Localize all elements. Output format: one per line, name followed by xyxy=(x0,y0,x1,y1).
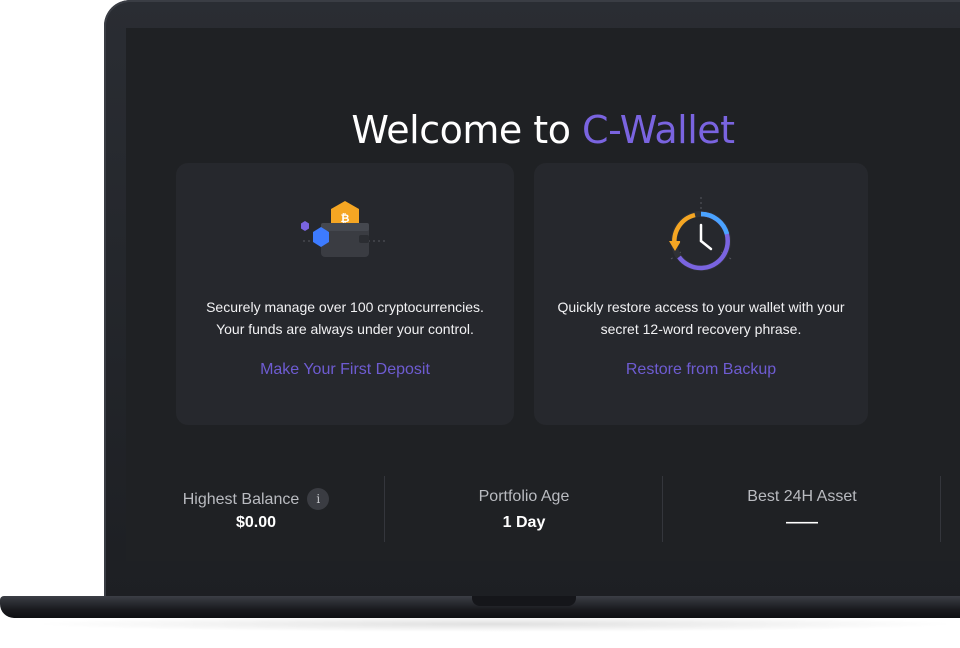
restore-card: Quickly restore access to your wallet wi… xyxy=(534,163,868,425)
app-screen: Welcome to C-Wallet ₿ Securely manage ov… xyxy=(126,28,960,561)
highest-balance-label: Highest Balance xyxy=(182,491,300,508)
info-icon[interactable]: i xyxy=(307,488,330,510)
restore-clock-icon xyxy=(651,197,751,286)
best-24h-asset-value: —— xyxy=(786,514,818,531)
stat-best-24h-asset: Best 24H Asset —— xyxy=(702,474,902,542)
divider xyxy=(662,476,663,542)
best-24h-asset-label: Best 24H Asset xyxy=(747,488,857,505)
laptop-shadow xyxy=(30,616,960,632)
brand-name: C-Wallet xyxy=(582,108,735,152)
description-line: Your funds are always under your control… xyxy=(216,321,474,337)
make-first-deposit-link[interactable]: Make Your First Deposit xyxy=(176,361,514,379)
highest-balance-value: $0.00 xyxy=(235,514,277,531)
description-line: secret 12-word recovery phrase. xyxy=(600,321,802,337)
portfolio-age-label: Portfolio Age xyxy=(478,488,570,505)
portfolio-stats: Highest Balance i $0.00 Portfolio Age 1 D… xyxy=(126,474,960,542)
stat-highest-balance: Highest Balance i $0.00 xyxy=(166,474,346,542)
title-prefix: Welcome to xyxy=(351,108,583,152)
page-title: Welcome to C-Wallet xyxy=(126,108,960,152)
description-line: Securely manage over 100 cryptocurrencie… xyxy=(206,299,484,315)
deposit-card: ₿ Securely manage over 100 cryptocurrenc… xyxy=(176,163,514,425)
deposit-description: Securely manage over 100 cryptocurrencie… xyxy=(176,296,514,340)
stat-portfolio-age: Portfolio Age 1 Day xyxy=(424,474,624,542)
divider xyxy=(940,476,941,542)
restore-description: Quickly restore access to your wallet wi… xyxy=(534,296,868,340)
portfolio-age-value: 1 Day xyxy=(502,514,546,531)
laptop-notch xyxy=(472,596,576,606)
divider xyxy=(384,476,385,542)
stat-label: Highest Balance i xyxy=(166,488,346,510)
description-line: Quickly restore access to your wallet wi… xyxy=(557,299,845,315)
restore-from-backup-link[interactable]: Restore from Backup xyxy=(534,361,868,379)
wallet-crypto-icon: ₿ xyxy=(295,197,395,272)
